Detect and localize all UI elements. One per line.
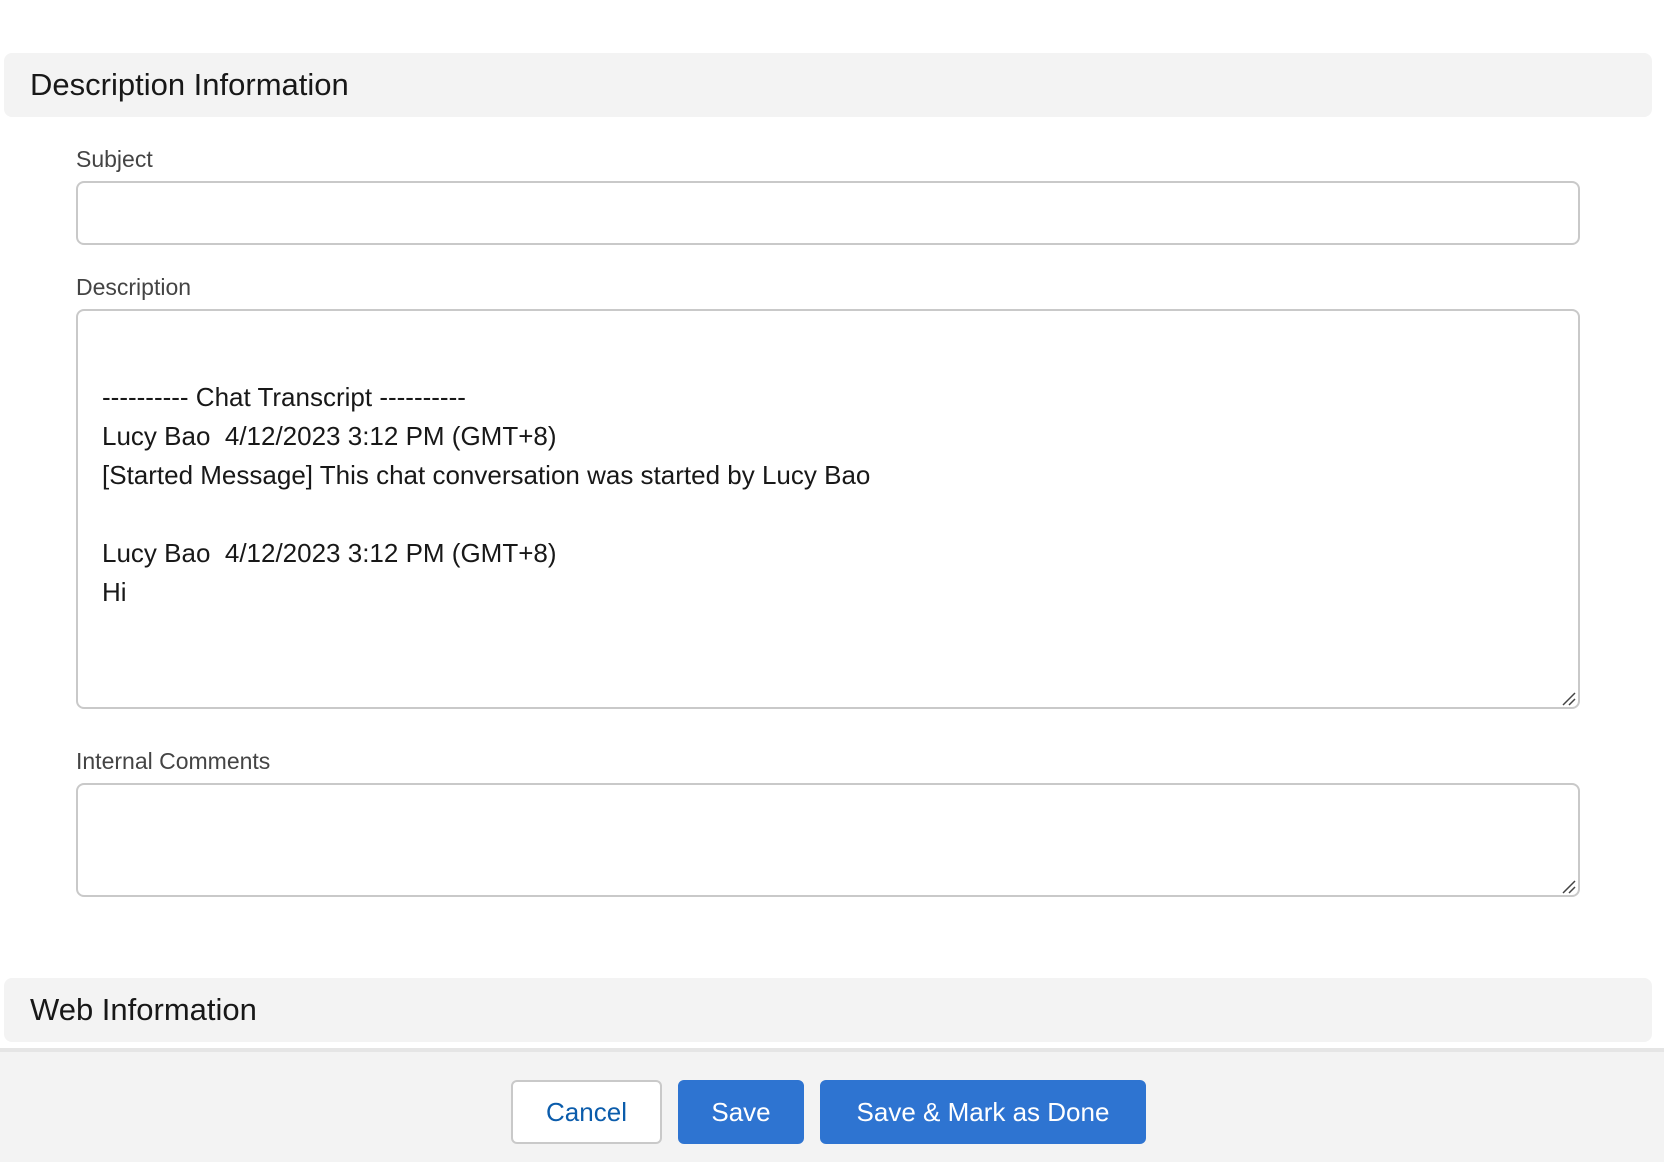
cancel-button[interactable]: Cancel: [511, 1080, 662, 1144]
internal-comments-label: Internal Comments: [76, 748, 271, 774]
description-textarea[interactable]: ---------- Chat Transcript ---------- Lu…: [76, 309, 1580, 709]
internal-comments-textarea[interactable]: [76, 783, 1580, 897]
form-footer: Cancel Save Save & Mark as Done: [0, 1048, 1664, 1162]
description-resize-handle-icon[interactable]: [1560, 690, 1576, 706]
description-information-header[interactable]: Description Information: [4, 53, 1652, 117]
description-label: Description: [76, 274, 192, 300]
save-and-mark-done-button[interactable]: Save & Mark as Done: [820, 1080, 1146, 1144]
web-information-header[interactable]: Web Information: [4, 978, 1652, 1042]
case-edit-form: Description Information Subject Descript…: [0, 0, 1664, 1162]
comments-resize-handle-icon[interactable]: [1560, 878, 1576, 894]
subject-label: Subject: [76, 146, 153, 172]
save-button[interactable]: Save: [678, 1080, 804, 1144]
subject-input[interactable]: [76, 181, 1580, 245]
